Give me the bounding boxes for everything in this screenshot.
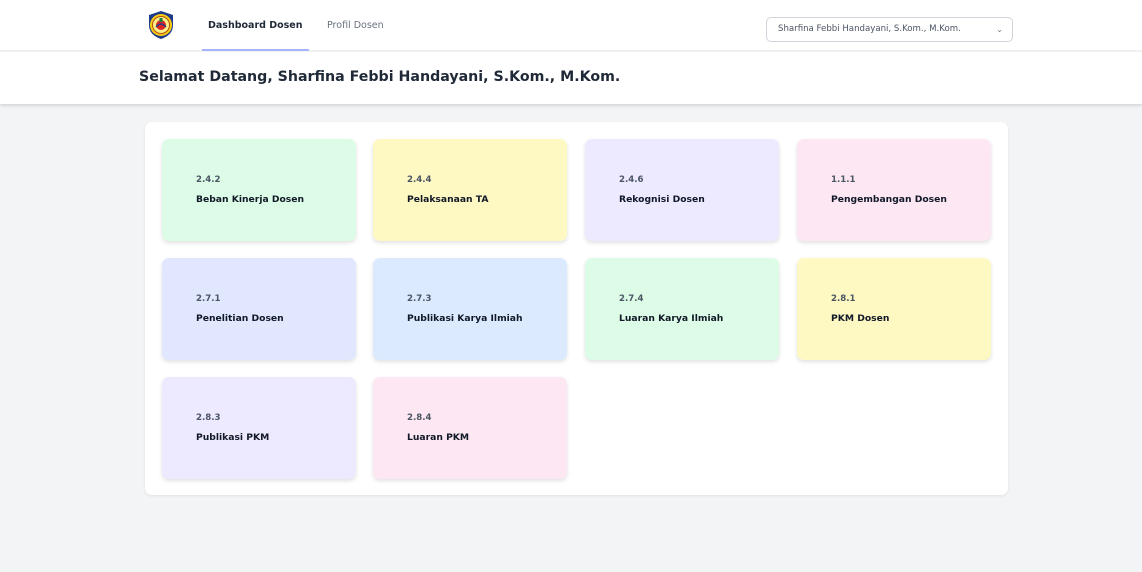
card-code: 2.4.4 [407,175,432,185]
card-label: Publikasi PKM [196,432,270,443]
chevron-down-icon: ⌄ [996,25,1003,34]
university-logo-icon[interactable] [146,10,176,40]
user-menu-button[interactable]: Sharfina Febbi Handayani, S.Kom., M.Kom.… [766,17,1013,42]
card-code: 2.7.1 [196,294,221,304]
card-code: 2.7.3 [407,294,432,304]
card-2-7-3[interactable]: 2.7.3 Publikasi Karya Ilmiah [373,258,567,360]
nav-profil-dosen[interactable]: Profil Dosen [327,0,384,51]
card-code: 2.4.2 [196,175,221,185]
card-2-8-1[interactable]: 2.8.1 PKM Dosen [797,258,991,360]
card-code: 2.4.6 [619,175,644,185]
card-code: 2.8.3 [196,413,221,423]
card-label: Rekognisi Dosen [619,194,705,205]
card-2-4-2[interactable]: 2.4.2 Beban Kinerja Dosen [162,139,356,241]
card-code: 2.7.4 [619,294,644,304]
card-label: Penelitian Dosen [196,313,284,324]
card-2-4-6[interactable]: 2.4.6 Rekognisi Dosen [585,139,779,241]
card-label: Pelaksanaan TA [407,194,489,205]
top-navbar: Dashboard Dosen Profil Dosen Sharfina Fe… [0,0,1142,51]
card-2-7-4[interactable]: 2.7.4 Luaran Karya Ilmiah [585,258,779,360]
card-code: 2.8.4 [407,413,432,423]
card-2-8-3[interactable]: 2.8.3 Publikasi PKM [162,377,356,479]
card-label: Luaran Karya Ilmiah [619,313,724,324]
page-title: Selamat Datang, Sharfina Febbi Handayani… [139,69,621,85]
menu-panel: 2.4.2 Beban Kinerja Dosen 2.4.4 Pelaksan… [145,122,1008,495]
nav-dashboard-dosen[interactable]: Dashboard Dosen [202,0,309,51]
card-code: 2.8.1 [831,294,856,304]
card-code: 1.1.1 [831,175,856,185]
page-header: Selamat Datang, Sharfina Febbi Handayani… [0,52,1142,104]
card-label: Beban Kinerja Dosen [196,194,305,205]
card-label: PKM Dosen [831,313,890,324]
card-label: Luaran PKM [407,432,470,443]
card-2-7-1[interactable]: 2.7.1 Penelitian Dosen [162,258,356,360]
card-label: Pengembangan Dosen [831,194,947,205]
card-label: Publikasi Karya Ilmiah [407,313,523,324]
user-menu-label: Sharfina Febbi Handayani, S.Kom., M.Kom. [778,24,961,34]
card-2-8-4[interactable]: 2.8.4 Luaran PKM [373,377,567,479]
card-2-4-4[interactable]: 2.4.4 Pelaksanaan TA [373,139,567,241]
card-1-1-1[interactable]: 1.1.1 Pengembangan Dosen [797,139,991,241]
